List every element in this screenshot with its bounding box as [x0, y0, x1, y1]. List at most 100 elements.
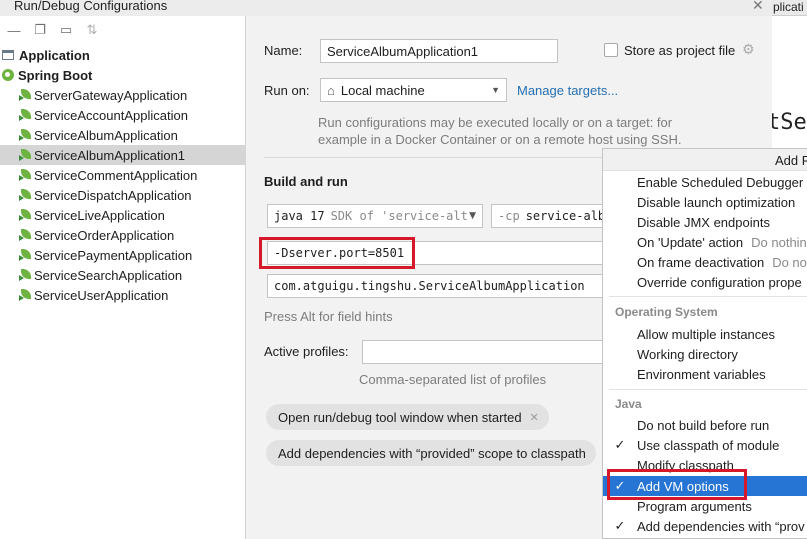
- run-on-hint-line-2: example in a Docker Container or on a re…: [318, 132, 682, 147]
- tree-item-label: ServiceSearchApplication: [34, 267, 183, 283]
- menu-item[interactable]: On 'Update' action Do nothin: [603, 232, 807, 252]
- menu-separator: [609, 389, 807, 390]
- run-on-select[interactable]: ⌂ Local machine ▼: [320, 78, 507, 102]
- main-class-field[interactable]: com.atguigu.tingshu.ServiceAlbumApplicat…: [267, 274, 603, 298]
- menu-item-label: Disable JMX endpoints: [637, 214, 770, 230]
- menu-item-label: Working directory: [637, 346, 738, 362]
- tree-toolbar: — ❐ ▭ ⇅: [0, 16, 246, 44]
- menu-item[interactable]: ✓ Add dependencies with “prov: [603, 516, 807, 536]
- spring-boot-run-icon: [19, 209, 31, 221]
- tree-item-label: ServiceAccountApplication: [34, 107, 188, 123]
- spring-boot-run-icon: [19, 169, 31, 181]
- tree-item-label: ServiceAlbumApplication1: [34, 147, 186, 163]
- main-class-value: com.atguigu.tingshu.ServiceAlbumApplicat…: [274, 279, 585, 293]
- option-chip-label: Add dependencies with “provided” scope t…: [278, 445, 586, 461]
- remove-icon[interactable]: —: [6, 22, 22, 38]
- menu-item[interactable]: Override configuration prope: [603, 272, 807, 292]
- tree-item-label: ServiceDispatchApplication: [34, 187, 192, 203]
- classpath-value: service-alb: [525, 209, 603, 223]
- tree-group-spring-boot[interactable]: Spring Boot: [0, 65, 246, 85]
- tree-item-label: ServiceUserApplication: [34, 287, 169, 303]
- classpath-flag: -cp: [498, 209, 520, 223]
- menu-item[interactable]: Environment variables: [603, 364, 807, 384]
- tree-item[interactable]: ServiceCommentApplication: [0, 165, 246, 185]
- background-editor-tab[interactable]: plicati: [771, 0, 807, 16]
- menu-item-value: Do not: [772, 254, 807, 270]
- classpath-select[interactable]: -cp service-alb: [491, 204, 603, 228]
- menu-item-label: Use classpath of module: [637, 437, 780, 453]
- tree-item-label: ServicePaymentApplication: [34, 247, 193, 263]
- tree-item-label: ServerGatewayApplication: [34, 87, 188, 103]
- menu-item[interactable]: Enable Scheduled Debugger: [603, 172, 807, 192]
- tree-item-selected[interactable]: ServiceAlbumApplication1: [0, 145, 246, 165]
- sort-icon[interactable]: ⇅: [84, 22, 100, 38]
- gear-icon[interactable]: ⚙: [742, 41, 755, 58]
- menu-item-label: Allow multiple instances: [637, 326, 776, 342]
- jdk-select[interactable]: java 17 SDK of 'service-alt ▼: [267, 204, 483, 228]
- menu-item-label: On frame deactivation: [637, 254, 765, 270]
- option-chip[interactable]: Open run/debug tool window when started …: [266, 404, 549, 430]
- menu-item[interactable]: ✓ Use classpath of module: [603, 435, 807, 455]
- spring-boot-run-icon: [19, 269, 31, 281]
- menu-item[interactable]: Allow multiple instances: [603, 324, 807, 344]
- menu-item[interactable]: Disable JMX endpoints: [603, 212, 807, 232]
- tree-item[interactable]: ServerGatewayApplication: [0, 85, 246, 105]
- option-chip-label: Open run/debug tool window when started: [278, 409, 522, 425]
- store-as-project-label: Store as project file: [624, 43, 736, 58]
- tree-item-label: ServiceLiveApplication: [34, 207, 165, 223]
- tree-item-label: ServiceOrderApplication: [34, 227, 175, 243]
- active-profiles-field[interactable]: [362, 340, 603, 364]
- jdk-version: java 17: [274, 209, 325, 223]
- manage-targets-link[interactable]: Manage targets...: [517, 83, 618, 98]
- jdk-source: SDK of 'service-alt: [330, 209, 468, 223]
- run-on-label: Run on:: [264, 83, 310, 98]
- menu-item[interactable]: On frame deactivation Do not: [603, 252, 807, 272]
- name-label: Name:: [264, 43, 303, 58]
- dialog-title: Run/Debug Configurations: [14, 0, 168, 13]
- menu-item[interactable]: Disable launch optimization: [603, 192, 807, 212]
- menu-group-java: Java: [615, 397, 642, 411]
- menu-item-label: Do not build before run: [637, 417, 770, 433]
- spring-boot-run-icon: [19, 249, 31, 261]
- menu-header-label: Add R: [775, 153, 807, 168]
- spring-boot-run-icon: [19, 129, 31, 141]
- run-debug-configurations-dialog: Run/Debug Configurations ✕ — ❐ ▭ ⇅ Appli…: [0, 0, 807, 539]
- tree-item[interactable]: ServiceLiveApplication: [0, 205, 246, 225]
- tree-item[interactable]: ServiceSearchApplication: [0, 265, 246, 285]
- run-on-value: Local machine: [340, 82, 425, 98]
- option-chip[interactable]: Add dependencies with “provided” scope t…: [266, 440, 596, 466]
- menu-item-label: Enable Scheduled Debugger: [637, 174, 804, 190]
- spring-boot-run-icon: [19, 89, 31, 101]
- active-profiles-hint: Comma-separated list of profiles: [359, 372, 547, 387]
- tree-group-label: Spring Boot: [18, 67, 93, 83]
- spring-boot-run-icon: [19, 189, 31, 201]
- tree-item[interactable]: ServiceDispatchApplication: [0, 185, 246, 205]
- tree-item-label: ServiceCommentApplication: [34, 167, 198, 183]
- tree-item[interactable]: ServiceOrderApplication: [0, 225, 246, 245]
- menu-item[interactable]: Do not build before run: [603, 415, 807, 435]
- spring-boot-icon: [2, 69, 14, 81]
- menu-item[interactable]: Working directory: [603, 344, 807, 364]
- copy-icon[interactable]: ❐: [32, 22, 48, 38]
- spring-boot-run-icon: [19, 149, 31, 161]
- house-icon: ⌂: [327, 82, 335, 98]
- folder-icon[interactable]: ▭: [58, 22, 74, 38]
- configuration-tree-panel: — ❐ ▭ ⇅ Application Spring Boot ServerGa…: [0, 16, 246, 539]
- close-icon[interactable]: ✕: [530, 411, 539, 424]
- tree-item-label: ServiceAlbumApplication: [34, 127, 178, 143]
- checkmark-icon: ✓: [614, 518, 626, 533]
- close-icon[interactable]: ✕: [752, 0, 764, 14]
- menu-item-label: Override configuration prope: [637, 274, 802, 290]
- tree-item[interactable]: ServiceUserApplication: [0, 285, 246, 305]
- add-vm-options-highlight-box: [607, 469, 747, 500]
- tree-item[interactable]: ServicePaymentApplication: [0, 245, 246, 265]
- tree-item[interactable]: ServiceAccountApplication: [0, 105, 246, 125]
- field-hint-text: Press Alt for field hints: [264, 309, 393, 324]
- chevron-down-icon: ▼: [491, 85, 500, 95]
- tree-group-application[interactable]: Application: [0, 45, 246, 65]
- run-on-hint-line-1: Run configurations may be executed local…: [318, 115, 673, 130]
- name-field[interactable]: ServiceAlbumApplication1: [320, 39, 558, 63]
- build-and-run-title: Build and run: [264, 174, 348, 189]
- store-as-project-checkbox[interactable]: [604, 43, 618, 57]
- tree-item[interactable]: ServiceAlbumApplication: [0, 125, 246, 145]
